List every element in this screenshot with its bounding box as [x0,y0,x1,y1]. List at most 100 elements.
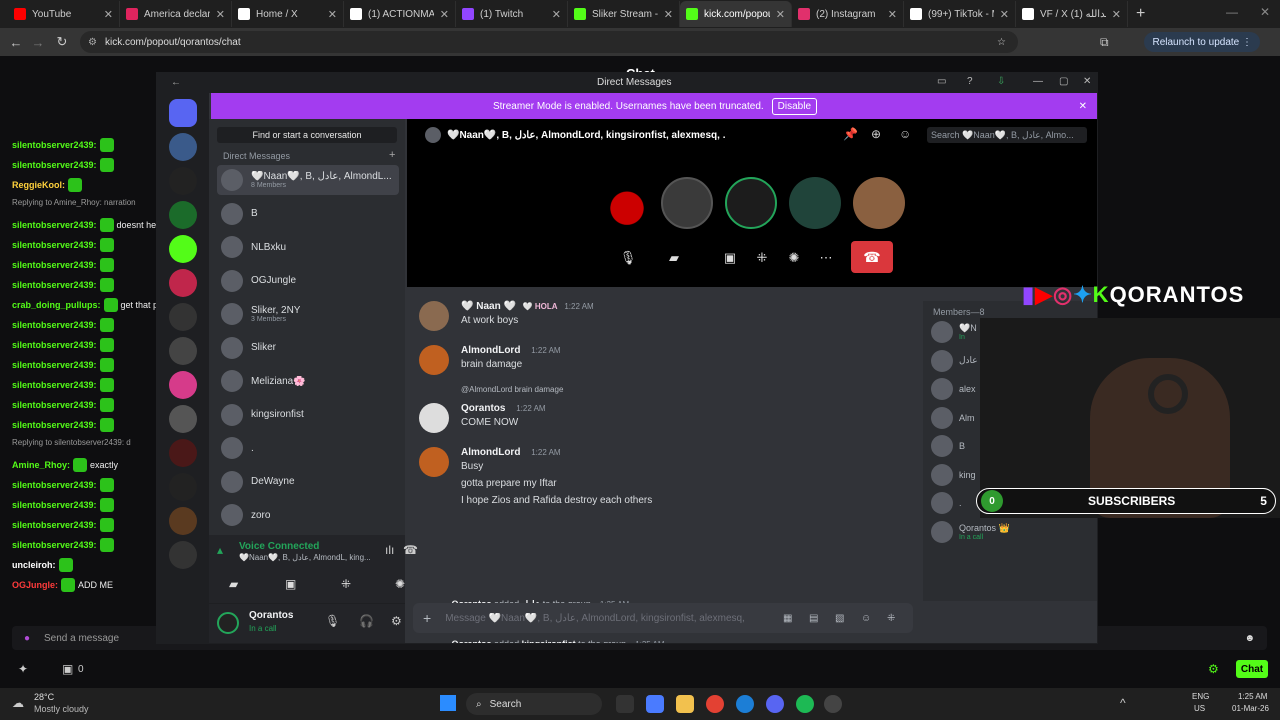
server-icon[interactable] [169,473,197,501]
chrome-icon[interactable] [706,695,724,713]
chat-username[interactable]: silentobserver2439: [12,520,97,530]
browser-tab[interactable]: (1) Twitch ✕ [456,1,568,27]
member-item[interactable]: ﻋﺎدل [931,349,978,372]
tab-close-icon[interactable]: ✕ [440,8,449,21]
relaunch-button[interactable]: Relaunch to update ⋮ [1144,32,1260,52]
dm-item[interactable]: Sliker, 2NY 3 Members [217,299,399,329]
discord-maximize-icon[interactable]: ▢ [1059,76,1068,87]
apps-icon[interactable]: ⁜ [887,613,895,624]
copilot-icon[interactable] [646,695,664,713]
chat-message[interactable]: silentobserver2439: [12,318,117,332]
lang-us[interactable]: US [1194,704,1205,713]
browser-tab[interactable]: (99+) TikTok - Ma ✕ [904,1,1016,27]
message-author[interactable]: AlmondLord [461,447,520,458]
activities-icon[interactable]: ⁜ [341,577,351,591]
message-composer[interactable]: + Message 🤍Naan🤍, B, ﻋﺎدل, AlmondLord, k… [413,603,913,633]
camera-toggle-button[interactable]: ▰ [661,245,687,271]
chat-username[interactable]: silentobserver2439: [12,160,97,170]
site-info-icon[interactable]: ⚙ [88,37,97,48]
member-item[interactable]: B [931,435,965,457]
share-screen-button[interactable]: ▣ [717,245,743,271]
chat-username[interactable]: silentobserver2439: [12,260,97,270]
chat-message[interactable]: silentobserver2439: [12,418,117,432]
extension-icon[interactable]: ⧉ [1100,35,1109,50]
spotify-icon[interactable] [796,695,814,713]
dm-item[interactable]: OGJungle [217,266,399,296]
server-icon[interactable] [169,167,197,195]
browser-tab[interactable]: America declares ✕ [120,1,232,27]
mute-button[interactable]: 🎙 [615,245,641,271]
server-icon[interactable] [169,439,197,467]
chat-message[interactable]: silentobserver2439: doesnt help t [12,218,168,232]
message-avatar[interactable] [419,403,449,433]
dm-item[interactable]: NLBxku [217,232,399,262]
emote-picker-icon[interactable]: ☻ [1244,633,1255,644]
chat-username[interactable]: silentobserver2439: [12,360,97,370]
server-icon[interactable] [169,541,197,569]
address-bar[interactable]: ⚙ kick.com/popout/qorantos/chat ☆ [80,31,1018,53]
download-icon[interactable]: ⇩ [997,76,1005,87]
voice-channel-name[interactable]: 🤍Naan🤍, B, ﻋﺎدل, AlmondL, king... [239,553,379,562]
chat-username[interactable]: Replying to silentobserver2439: d [12,438,131,447]
add-friends-icon[interactable]: ⊕ [871,127,881,141]
minimize-icon[interactable]: — [1226,5,1238,19]
chat-message[interactable]: silentobserver2439: [12,398,117,412]
browser-tab[interactable]: Sliker Stream - W ✕ [568,1,680,27]
create-dm-icon[interactable]: + [389,149,395,161]
dm-item[interactable]: Meliziana🌸 [217,366,399,396]
chat-username[interactable]: silentobserver2439: [12,320,97,330]
participant-tile[interactable] [789,177,841,229]
back-arrow-icon[interactable]: ← [171,77,181,88]
chat-username[interactable]: silentobserver2439: [12,480,97,490]
chat-username[interactable]: Amine_Rhoy: [12,460,70,470]
chat-message[interactable]: silentobserver2439: [12,358,117,372]
lang-eng[interactable]: ENG [1192,692,1209,701]
member-list-icon[interactable]: ☺ [899,127,911,141]
chat-username[interactable]: crab_doing_pullups: [12,300,101,310]
member-item[interactable]: . [931,492,962,514]
folder-icon[interactable] [676,695,694,713]
close-window-icon[interactable]: ✕ [1260,5,1270,19]
browser-tab[interactable]: kick.com/popout/ ✕ [680,1,792,27]
tab-close-icon[interactable]: ✕ [328,8,337,21]
headphones-icon[interactable]: 🎧 [359,614,374,628]
taskbar-search[interactable]: ⌕ Search [466,693,602,715]
chat-message[interactable]: silentobserver2439: [12,138,117,152]
gif-icon[interactable]: ▤ [809,613,818,624]
message-author[interactable]: AlmondLord [461,345,520,356]
microphone-icon[interactable]: ● [24,633,30,644]
browser-tab[interactable]: YouTube ✕ [8,1,120,27]
tab-close-icon[interactable]: ✕ [216,8,225,21]
dm-item[interactable]: Sliker [217,333,399,363]
weather-icon[interactable]: ☁ [12,696,24,710]
settings-icon[interactable]: ✦ [18,662,28,676]
chat-username[interactable]: silentobserver2439: [12,340,97,350]
search-input[interactable]: Search 🤍Naan🤍, B, ﻋﺎدل, Almo... [927,127,1087,143]
edge-icon[interactable] [736,695,754,713]
chat-username[interactable]: silentobserver2439: [12,140,97,150]
dm-item[interactable]: . [217,433,399,463]
browser-tab[interactable]: VF / X ﻋﺒﺪاﻟﻠﻪ (1) ✕ [1016,1,1128,27]
server-icon[interactable] [169,337,197,365]
gift-icon[interactable]: ▦ [783,613,792,624]
tab-close-icon[interactable]: ✕ [1112,8,1121,21]
system-actor[interactable]: Qorantos [452,639,492,643]
dm-item[interactable]: kingsironfist [217,400,399,430]
forward-icon[interactable]: → [26,35,50,50]
noise-suppression-icon[interactable]: ılı [385,543,394,557]
dm-item[interactable]: zoro [217,500,399,530]
chat-username[interactable]: silentobserver2439: [12,380,97,390]
chat-send-button[interactable]: Chat [1236,660,1268,678]
hang-up-button[interactable]: ☎ [851,241,893,273]
file-explorer-icon[interactable] [616,695,634,713]
chat-message[interactable]: crab_doing_pullups: get that pube [12,298,173,312]
tab-close-icon[interactable]: ✕ [888,8,897,21]
member-item[interactable]: king [931,463,976,486]
camera-icon[interactable]: ▰ [229,577,238,591]
chat-username[interactable]: silentobserver2439: [12,280,97,290]
chat-message[interactable]: OGJungle: ADD ME [12,578,113,592]
chat-message[interactable]: ReggieKool: [12,178,85,192]
participant-tile[interactable] [661,177,713,229]
chat-message[interactable]: silentobserver2439: [12,378,117,392]
browser-tab[interactable]: Home / X ✕ [232,1,344,27]
